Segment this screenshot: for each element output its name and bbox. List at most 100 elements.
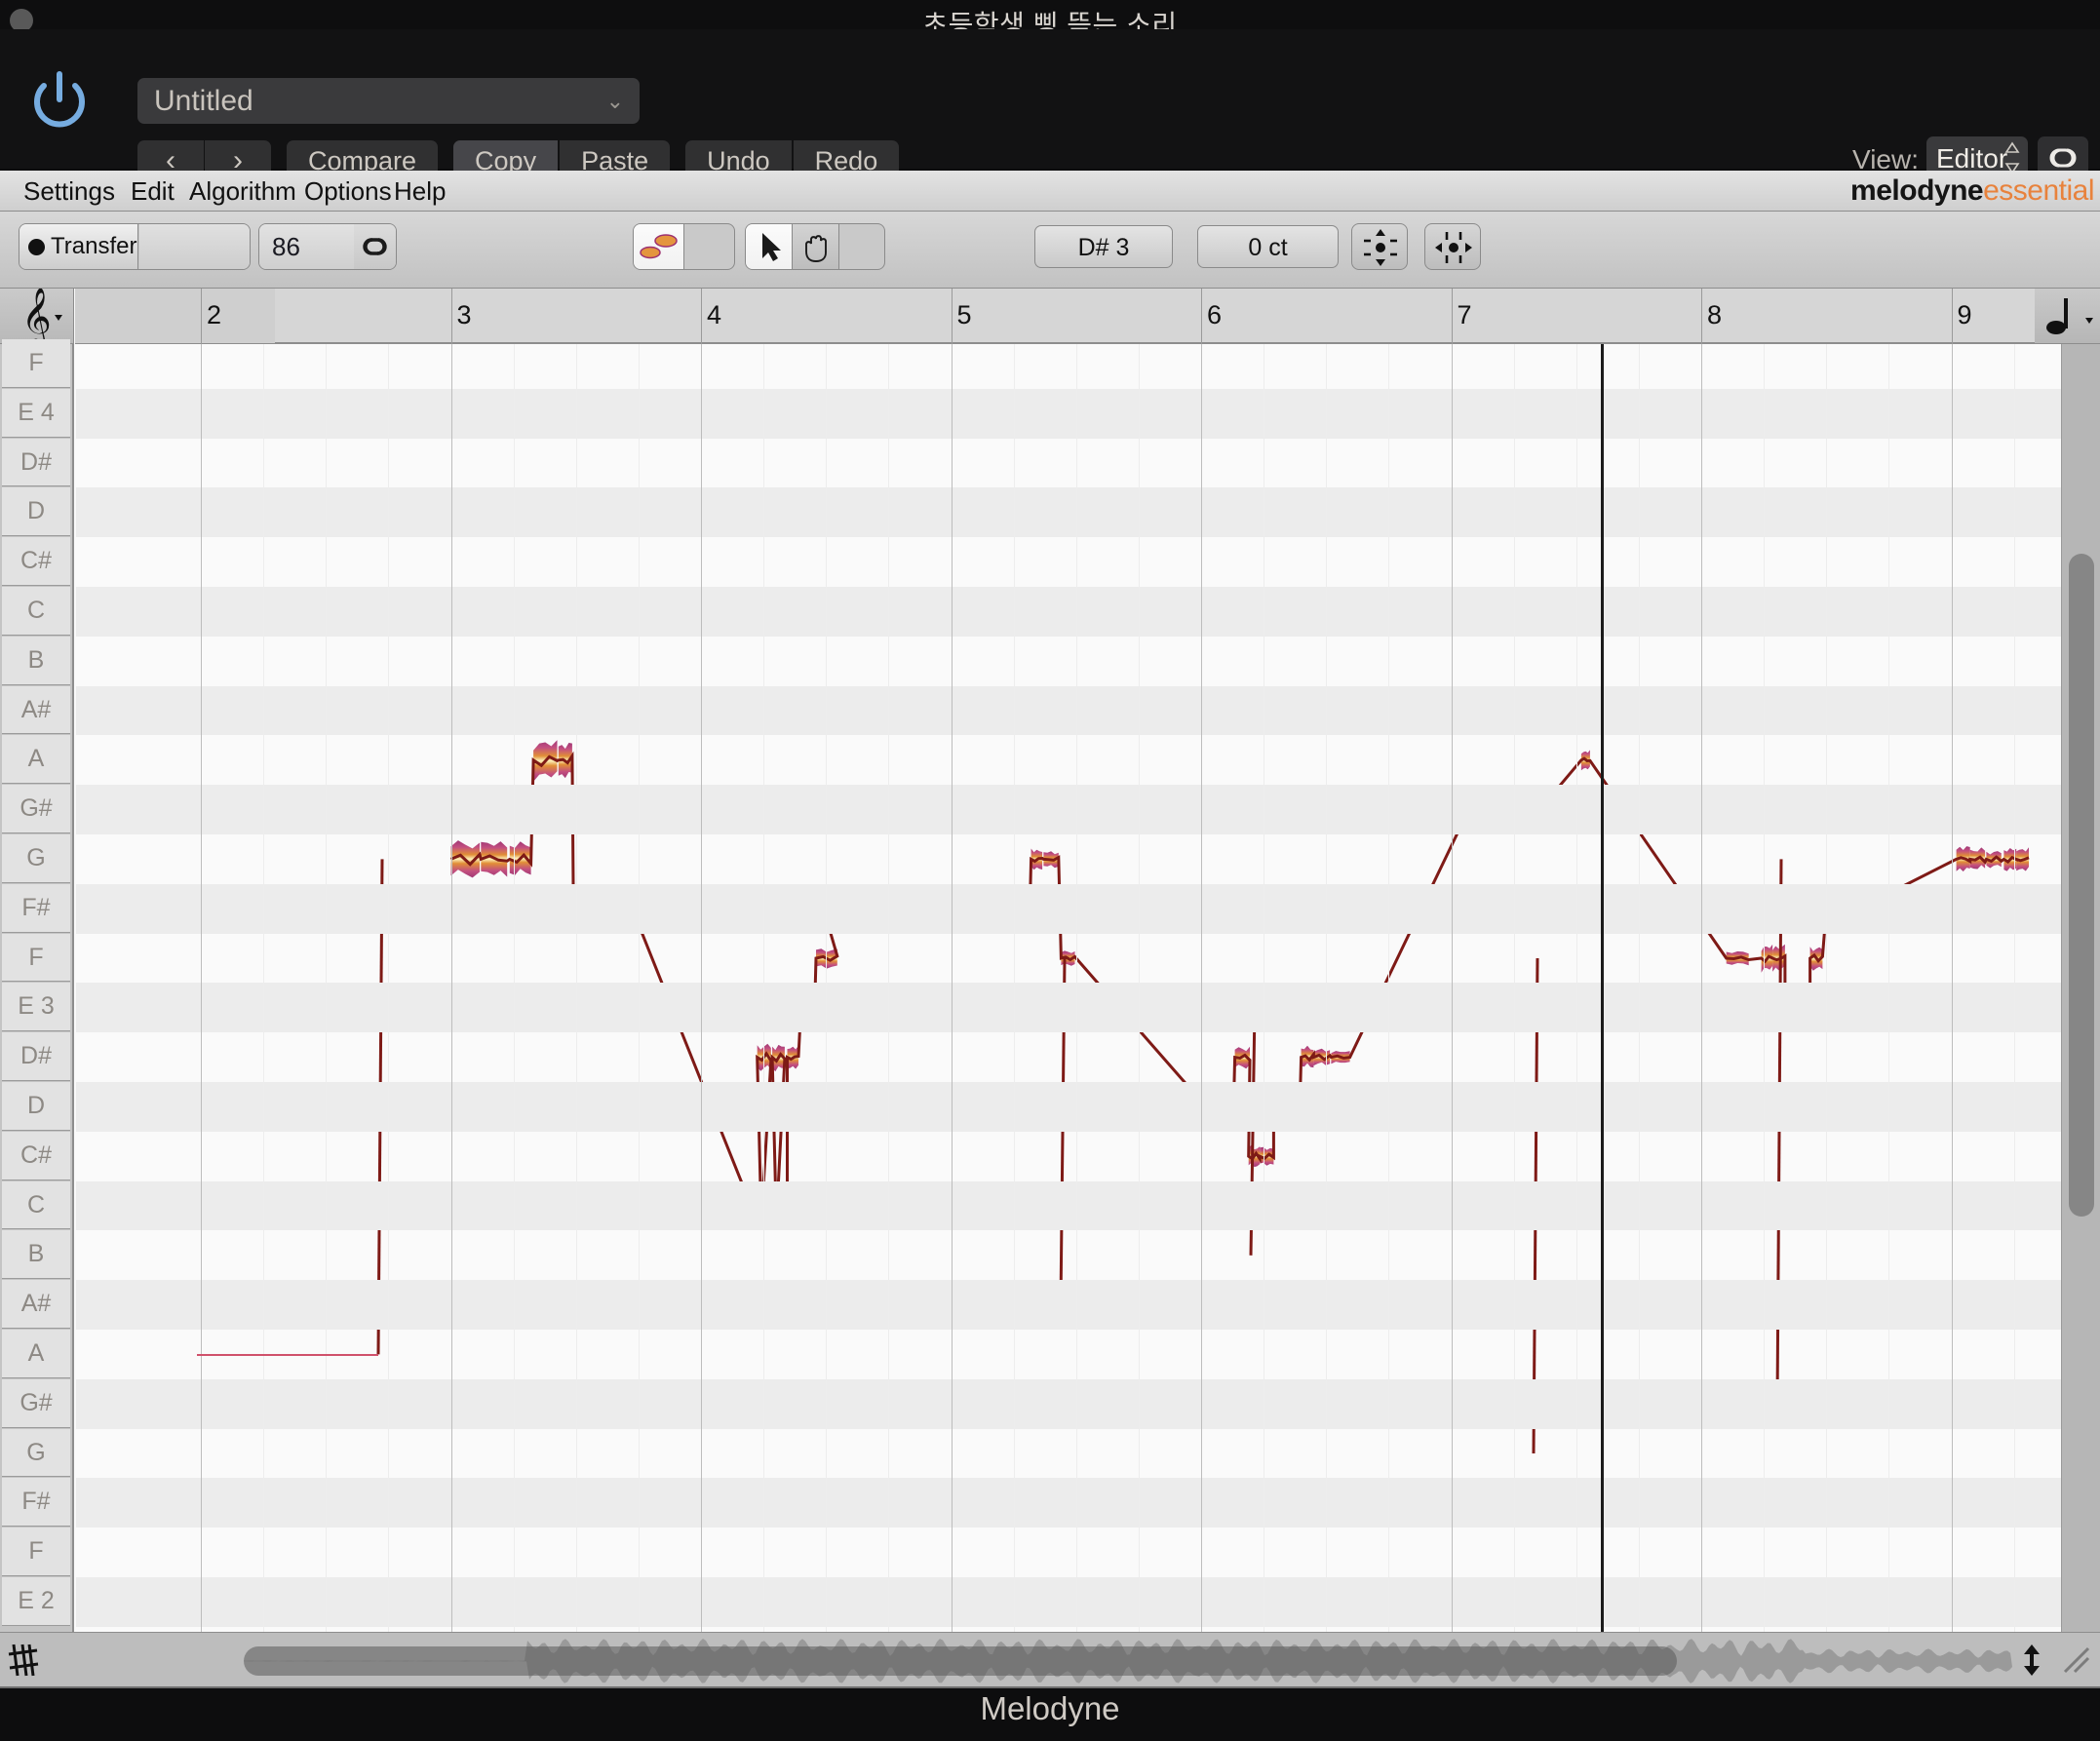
key-c-4[interactable]: C# (2, 537, 70, 586)
key-a-19[interactable]: A# (2, 1280, 70, 1329)
editor-area: 𝄞 23456789 FE 4 D# D C# C B A# A G# G F# F E 3 D# D C# C… (0, 288, 2100, 1632)
pitch-readout[interactable]: D# 3 (1034, 225, 1173, 268)
pitch-key-ruler[interactable]: FE 4 D# D C# C B A# A G# G F# F E 3 D# D C# C B A# A G# G F# F E… (0, 339, 74, 1632)
resize-arrows-icon[interactable] (2010, 1639, 2053, 1682)
key-f-23[interactable]: F# (2, 1478, 70, 1528)
vertical-scroll-thumb[interactable] (2069, 554, 2094, 1217)
brand-secondary: essential (1983, 174, 2094, 207)
key-label: G (26, 1438, 46, 1466)
note-grid[interactable] (76, 344, 2061, 1632)
ruler-bar-label: 8 (1707, 300, 1723, 329)
transfer-progress-field[interactable] (139, 224, 250, 269)
key-e2-25[interactable]: E 2 (2, 1577, 70, 1626)
key-label: F (28, 349, 44, 376)
ruler-bar-5[interactable]: 5 (951, 289, 972, 344)
wrench-icon[interactable] (634, 269, 684, 270)
ruler-bar-6[interactable]: 6 (1201, 289, 1222, 344)
arrow-cursor-icon[interactable] (746, 224, 793, 269)
cents-readout[interactable]: 0 ct (1197, 225, 1339, 268)
key-label: G# (19, 1388, 53, 1416)
key-c-17[interactable]: C (2, 1180, 70, 1230)
grid-beatline (1326, 344, 1328, 1632)
key-c-16[interactable]: C# (2, 1131, 70, 1180)
key-f-12[interactable]: F (2, 933, 70, 983)
key-label: B (27, 1240, 45, 1268)
tempo-link-icon[interactable] (354, 224, 396, 269)
key-a-7[interactable]: A# (2, 685, 70, 735)
grid-beatline (2013, 344, 2015, 1632)
key-g-22[interactable]: G (2, 1428, 70, 1478)
key-label: C (26, 597, 46, 624)
key-g-9[interactable]: G# (2, 785, 70, 833)
key-g-21[interactable]: G# (2, 1378, 70, 1428)
preset-dropdown[interactable]: Untitled ⌄ (137, 78, 640, 124)
key-e4-1[interactable]: E 4 (2, 388, 70, 438)
svg-text:𝄞: 𝄞 (21, 289, 52, 344)
grip-corner-icon[interactable] (2057, 1641, 2096, 1680)
horizontal-scroll-thumb[interactable] (244, 1646, 1677, 1676)
grid-barline (1451, 344, 1453, 1632)
key-g-10[interactable]: G (2, 834, 70, 883)
transfer-button[interactable]: Transfer (19, 224, 138, 269)
edit-tool-group (633, 223, 735, 270)
key-e3-13[interactable]: E 3 (2, 983, 70, 1032)
ruler-bar-8[interactable]: 8 (1701, 289, 1722, 344)
key-label: A# (20, 1290, 52, 1318)
key-label: B (27, 645, 45, 674)
menu-algorithm[interactable]: Algorithm (177, 171, 308, 212)
pitch-guide-line (197, 1354, 378, 1357)
melodyne-logo: melodyneessential (1850, 174, 2094, 208)
key-a-20[interactable]: A (2, 1330, 70, 1378)
key-b-6[interactable]: B (2, 636, 70, 685)
ruler-bar-2[interactable]: 2 (201, 289, 221, 344)
ruler-bar-7[interactable]: 7 (1451, 289, 1472, 344)
move-vertical-icon[interactable] (1351, 223, 1408, 270)
grid-barline (1201, 344, 1202, 1632)
menu-help[interactable]: Help (382, 171, 457, 212)
grid-barline (701, 344, 702, 1632)
key-label: A# (20, 695, 52, 723)
grid-barline (201, 344, 202, 1632)
key-d-14[interactable]: D# (2, 1032, 70, 1081)
hand-icon[interactable] (793, 224, 839, 269)
grid-beatline (1826, 344, 1828, 1632)
tempo-input[interactable]: 86 (259, 224, 355, 269)
key-label: D (26, 497, 46, 525)
key-f-24[interactable]: F (2, 1528, 70, 1576)
menu-edit[interactable]: Edit (119, 171, 186, 212)
key-f-11[interactable]: F# (2, 883, 70, 933)
ruler-bar-3[interactable]: 3 (450, 289, 472, 344)
ruler-bar-label: 2 (207, 300, 222, 329)
grid-beatline (826, 344, 828, 1632)
power-icon[interactable] (27, 68, 92, 133)
key-d-15[interactable]: D (2, 1082, 70, 1131)
timeline-ruler[interactable]: 2 3 4 5 6 7 8 9 (201, 289, 2035, 344)
menubar: Settings Edit Algorithm Options Help mel… (0, 171, 2100, 212)
scale-field[interactable] (75, 289, 275, 344)
key-d-2[interactable]: D# (2, 438, 70, 487)
grid-beatline (263, 344, 265, 1632)
key-a-8[interactable]: A (2, 735, 70, 785)
key-d-3[interactable]: D (2, 487, 70, 537)
blob-edit-tool[interactable] (634, 224, 684, 269)
ruler-bar-9[interactable]: 9 (1951, 289, 1972, 344)
key-label: C# (20, 1141, 52, 1169)
double-sharp-icon[interactable] (4, 1639, 47, 1682)
key-label: E 2 (18, 1587, 55, 1614)
key-f-0[interactable]: F (2, 339, 70, 388)
key-b-18[interactable]: B (2, 1230, 70, 1280)
magnifier-icon[interactable] (746, 269, 793, 270)
app-name-label: Melodyne (980, 1690, 1120, 1726)
treble-clef-icon[interactable]: 𝄞 (0, 288, 74, 348)
ruler-bar-4[interactable]: 4 (701, 289, 721, 344)
key-c-5[interactable]: C (2, 587, 70, 636)
menu-settings[interactable]: Settings (12, 171, 127, 212)
playhead[interactable] (1601, 344, 1605, 1632)
ruler-bar-label: 3 (456, 300, 472, 329)
key-label: F# (21, 1488, 51, 1516)
move-horizontal-icon[interactable] (1424, 223, 1481, 270)
grid-barline (1701, 344, 1702, 1632)
vertical-scrollbar[interactable] (2061, 344, 2100, 1632)
quarter-note-icon[interactable] (2035, 289, 2100, 344)
grid-beatline (1138, 344, 1140, 1632)
